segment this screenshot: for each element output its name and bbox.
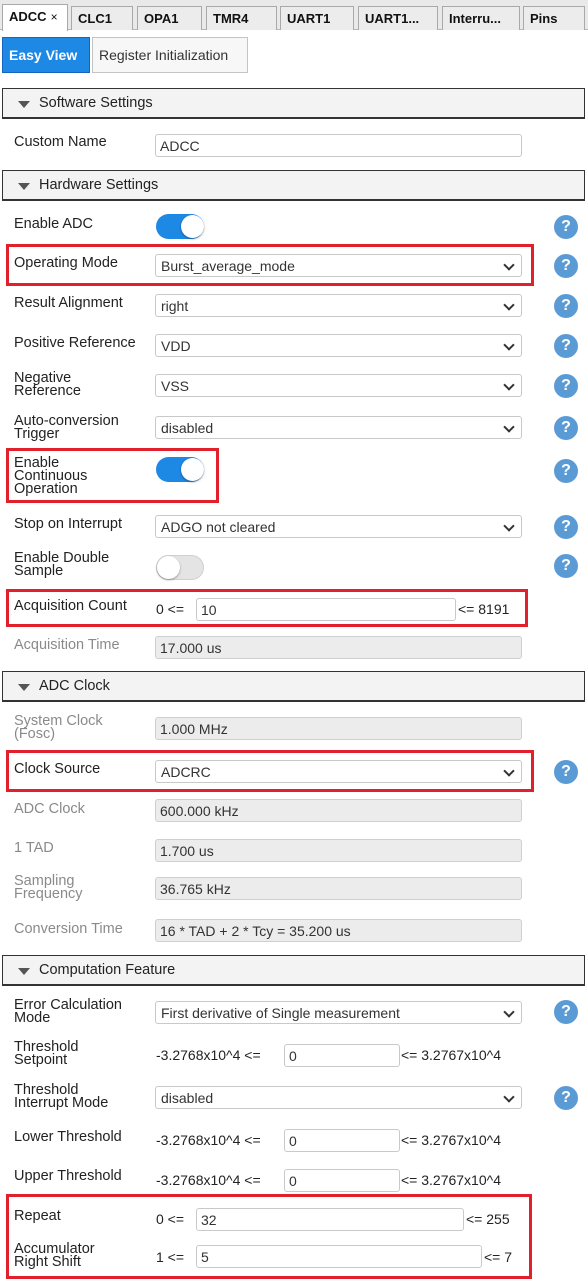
tab-adcc[interactable]: ADCC × bbox=[2, 4, 68, 31]
conversion-time-label: Conversion Time bbox=[14, 921, 123, 937]
help-icon[interactable]: ? bbox=[554, 760, 578, 784]
auto-conversion-trigger-select[interactable]: disabled bbox=[155, 416, 522, 439]
editor-tab-bar: ADCC × CLC1 OPA1 TMR4 UART1 UART1... Inte… bbox=[0, 0, 588, 31]
tab-easy-view[interactable]: Easy View bbox=[2, 37, 90, 73]
help-icon[interactable]: ? bbox=[554, 374, 578, 398]
label-line: Trigger bbox=[14, 426, 60, 442]
tad-label: 1 TAD bbox=[14, 840, 54, 856]
highlight-box-repeat-accumulator bbox=[6, 1194, 532, 1279]
tab-interrupt[interactable]: Interru... bbox=[442, 6, 520, 30]
adc-clock-label: ADC Clock bbox=[14, 801, 85, 817]
positive-reference-select[interactable]: VDD bbox=[155, 334, 522, 357]
section-title: ADC Clock bbox=[39, 678, 110, 694]
auto-conversion-trigger-label: Auto-conversion Trigger bbox=[14, 414, 119, 442]
upper-threshold-min: -3.2768x10^4 <= bbox=[156, 1172, 261, 1188]
toggle-knob bbox=[181, 215, 204, 238]
system-clock-value: 1.000 MHz bbox=[155, 717, 522, 740]
label-line: Interrupt Mode bbox=[14, 1095, 109, 1111]
section-computation-feature[interactable]: Computation Feature bbox=[2, 955, 585, 986]
section-hardware-settings[interactable]: Hardware Settings bbox=[2, 170, 585, 201]
custom-name-label: Custom Name bbox=[14, 134, 107, 150]
threshold-setpoint-min: -3.2768x10^4 <= bbox=[156, 1047, 261, 1063]
lower-threshold-label: Lower Threshold bbox=[14, 1129, 122, 1145]
help-icon[interactable]: ? bbox=[554, 215, 578, 239]
double-sample-toggle[interactable] bbox=[156, 555, 204, 580]
lower-threshold-min: -3.2768x10^4 <= bbox=[156, 1132, 261, 1148]
section-title: Software Settings bbox=[39, 95, 153, 111]
section-software-settings[interactable]: Software Settings bbox=[2, 88, 585, 119]
help-icon[interactable]: ? bbox=[554, 515, 578, 539]
section-title: Computation Feature bbox=[39, 962, 176, 978]
tad-value: 1.700 us bbox=[155, 839, 522, 862]
label-line: Reference bbox=[14, 383, 81, 399]
close-icon[interactable]: × bbox=[51, 10, 58, 24]
negative-reference-label: Negative Reference bbox=[14, 371, 81, 399]
collapse-triangle-icon bbox=[18, 101, 30, 108]
upper-threshold-input[interactable]: 0 bbox=[284, 1169, 400, 1192]
tab-adcc-label: ADCC bbox=[9, 9, 47, 24]
section-adc-clock[interactable]: ADC Clock bbox=[2, 671, 585, 702]
conversion-time-value: 16 * TAD + 2 * Tcy = 35.200 us bbox=[155, 919, 522, 942]
toggle-knob bbox=[157, 556, 180, 579]
sampling-frequency-label: Sampling Frequency bbox=[14, 874, 83, 902]
stop-on-interrupt-select[interactable]: ADGO not cleared bbox=[155, 515, 522, 538]
result-alignment-select[interactable]: right bbox=[155, 294, 522, 317]
error-calculation-mode-label: Error Calculation Mode bbox=[14, 998, 122, 1026]
label-line: (Fosc) bbox=[14, 726, 56, 742]
help-icon[interactable]: ? bbox=[554, 294, 578, 318]
tab-clc1[interactable]: CLC1 bbox=[71, 6, 133, 30]
collapse-triangle-icon bbox=[18, 684, 30, 691]
help-icon[interactable]: ? bbox=[554, 554, 578, 578]
lower-threshold-max: <= 3.2767x10^4 bbox=[401, 1132, 501, 1148]
tab-tmr4[interactable]: TMR4 bbox=[206, 6, 277, 30]
enable-adc-toggle[interactable] bbox=[156, 214, 204, 239]
error-calculation-mode-select[interactable]: First derivative of Single measurement bbox=[155, 1001, 522, 1024]
highlight-box-acquisition-count bbox=[6, 589, 528, 627]
system-clock-label: System Clock (Fosc) bbox=[14, 714, 103, 742]
sampling-frequency-value: 36.765 kHz bbox=[155, 877, 522, 900]
stop-on-interrupt-label: Stop on Interrupt bbox=[14, 516, 123, 532]
collapse-triangle-icon bbox=[18, 968, 30, 975]
threshold-interrupt-mode-label: Threshold Interrupt Mode bbox=[14, 1083, 109, 1111]
upper-threshold-max: <= 3.2767x10^4 bbox=[401, 1172, 501, 1188]
upper-threshold-label: Upper Threshold bbox=[14, 1168, 122, 1184]
tab-pins[interactable]: Pins bbox=[523, 6, 585, 30]
label-line: Sample bbox=[14, 563, 64, 579]
label-line: Mode bbox=[14, 1010, 51, 1026]
acquisition-time-value: 17.000 us bbox=[155, 636, 522, 659]
custom-name-input[interactable]: ADCC bbox=[155, 134, 522, 157]
help-icon[interactable]: ? bbox=[554, 254, 578, 278]
tab-register-initialization[interactable]: Register Initialization bbox=[92, 37, 248, 73]
help-icon[interactable]: ? bbox=[554, 1000, 578, 1024]
threshold-interrupt-mode-select[interactable]: disabled bbox=[155, 1086, 522, 1109]
help-icon[interactable]: ? bbox=[554, 1086, 578, 1110]
highlight-box-continuous-operation bbox=[6, 448, 219, 503]
lower-threshold-input[interactable]: 0 bbox=[284, 1129, 400, 1152]
tab-uart1-more[interactable]: UART1... bbox=[358, 6, 438, 30]
label-line: Setpoint bbox=[14, 1052, 68, 1068]
threshold-setpoint-input[interactable]: 0 bbox=[284, 1044, 400, 1067]
acquisition-time-label: Acquisition Time bbox=[14, 637, 120, 653]
tab-opa1[interactable]: OPA1 bbox=[137, 6, 202, 30]
adc-clock-value: 600.000 kHz bbox=[155, 799, 522, 822]
positive-reference-label: Positive Reference bbox=[14, 335, 136, 351]
double-sample-label: Enable Double Sample bbox=[14, 551, 109, 579]
help-icon[interactable]: ? bbox=[554, 459, 578, 483]
collapse-triangle-icon bbox=[18, 183, 30, 190]
tab-uart1[interactable]: UART1 bbox=[280, 6, 354, 30]
help-icon[interactable]: ? bbox=[554, 416, 578, 440]
negative-reference-select[interactable]: VSS bbox=[155, 374, 522, 397]
threshold-setpoint-label: Threshold Setpoint bbox=[14, 1040, 78, 1068]
section-title: Hardware Settings bbox=[39, 177, 159, 193]
help-icon[interactable]: ? bbox=[554, 334, 578, 358]
result-alignment-label: Result Alignment bbox=[14, 295, 123, 311]
threshold-setpoint-max: <= 3.2767x10^4 bbox=[401, 1047, 501, 1063]
enable-adc-label: Enable ADC bbox=[14, 216, 93, 232]
highlight-box-clock-source bbox=[6, 750, 534, 792]
label-line: Frequency bbox=[14, 886, 83, 902]
highlight-box-operating-mode bbox=[6, 244, 534, 286]
